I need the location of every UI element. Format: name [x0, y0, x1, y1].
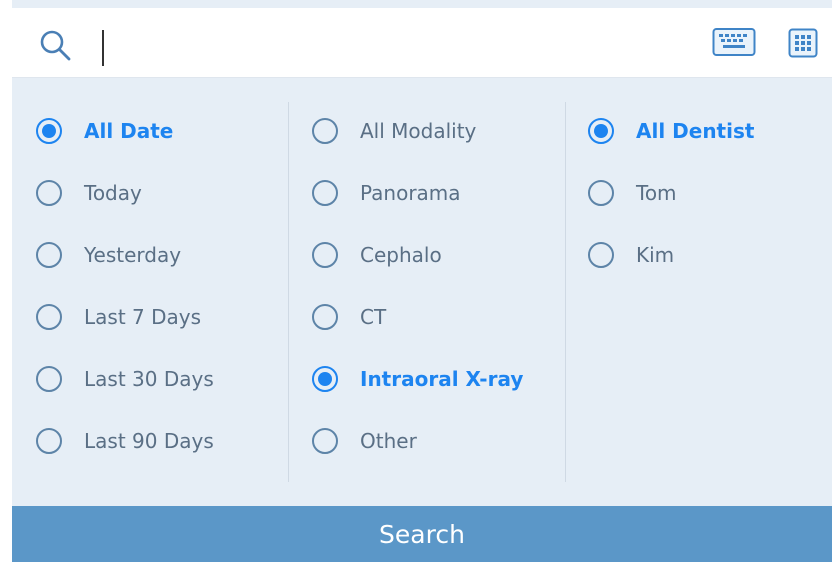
radio-option-label: All Date — [84, 119, 174, 143]
radio-option-all-date[interactable]: All Date — [36, 100, 276, 162]
search-input[interactable] — [100, 22, 680, 64]
radio-option-label: Last 30 Days — [84, 367, 214, 391]
keyboard-icon[interactable] — [712, 26, 756, 60]
radio-unselected-icon[interactable] — [312, 242, 338, 268]
radio-option-label: CT — [360, 305, 387, 329]
radio-option-yesterday[interactable]: Yesterday — [36, 224, 276, 286]
radio-option-label: Yesterday — [84, 243, 182, 267]
radio-unselected-icon[interactable] — [588, 242, 614, 268]
column-divider — [565, 102, 566, 482]
grid-icon[interactable] — [788, 28, 818, 58]
radio-option-cephalo[interactable]: Cephalo — [312, 224, 552, 286]
radio-unselected-icon[interactable] — [36, 366, 62, 392]
radio-unselected-icon[interactable] — [312, 118, 338, 144]
radio-option-intraoral-x-ray[interactable]: Intraoral X-ray — [312, 348, 552, 410]
radio-option-label: Today — [84, 181, 142, 205]
radio-unselected-icon[interactable] — [36, 428, 62, 454]
radio-option-last-30-days[interactable]: Last 30 Days — [36, 348, 276, 410]
radio-option-label: All Dentist — [636, 119, 755, 143]
radio-unselected-icon[interactable] — [36, 304, 62, 330]
radio-option-tom[interactable]: Tom — [588, 162, 828, 224]
radio-option-label: Last 7 Days — [84, 305, 202, 329]
search-icon — [38, 28, 72, 62]
radio-option-label: Cephalo — [360, 243, 442, 267]
radio-unselected-icon[interactable] — [36, 242, 62, 268]
modality-filter-group: All Modality Panorama Cephalo CT Intraoral X… — [312, 100, 552, 472]
radio-option-all-modality[interactable]: All Modality — [312, 100, 552, 162]
radio-option-label: Other — [360, 429, 417, 453]
radio-option-label: Tom — [636, 181, 677, 205]
radio-selected-icon[interactable] — [588, 118, 614, 144]
radio-option-panorama[interactable]: Panorama — [312, 162, 552, 224]
radio-unselected-icon[interactable] — [312, 428, 338, 454]
filter-options: All Date Today Yesterday Last 7 Days Last 30… — [12, 80, 832, 504]
radio-option-label: Last 90 Days — [84, 429, 214, 453]
radio-selected-icon[interactable] — [312, 366, 338, 392]
radio-option-kim[interactable]: Kim — [588, 224, 828, 286]
radio-option-all-dentist[interactable]: All Dentist — [588, 100, 828, 162]
radio-option-last-7-days[interactable]: Last 7 Days — [36, 286, 276, 348]
radio-unselected-icon[interactable] — [312, 304, 338, 330]
radio-option-last-90-days[interactable]: Last 90 Days — [36, 410, 276, 472]
date-filter-group: All Date Today Yesterday Last 7 Days Last 30… — [36, 100, 276, 472]
dentist-filter-group: All Dentist Tom Kim — [588, 100, 828, 286]
radio-option-label: Kim — [636, 243, 675, 267]
search-bar — [12, 8, 832, 78]
radio-option-label: Panorama — [360, 181, 461, 205]
radio-option-today[interactable]: Today — [36, 162, 276, 224]
radio-option-ct[interactable]: CT — [312, 286, 552, 348]
radio-option-label: Intraoral X-ray — [360, 367, 524, 391]
radio-unselected-icon[interactable] — [36, 180, 62, 206]
text-caret — [102, 30, 104, 66]
column-divider — [288, 102, 289, 482]
search-button[interactable]: Search — [12, 506, 832, 562]
radio-selected-icon[interactable] — [36, 118, 62, 144]
radio-option-other[interactable]: Other — [312, 410, 552, 472]
radio-unselected-icon[interactable] — [588, 180, 614, 206]
filter-panel: All Date Today Yesterday Last 7 Days Last 30… — [12, 0, 832, 562]
radio-option-label: All Modality — [360, 119, 477, 143]
radio-unselected-icon[interactable] — [312, 180, 338, 206]
